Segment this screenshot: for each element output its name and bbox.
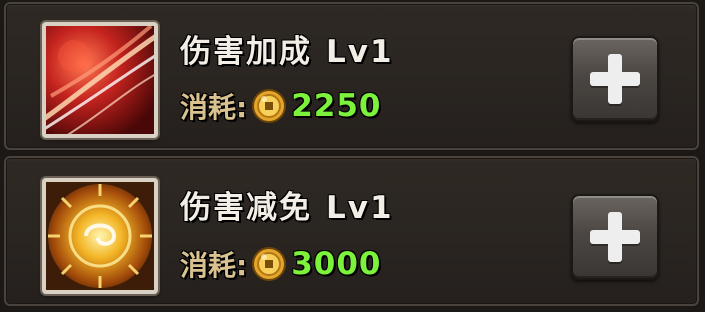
skill-row-damage-reduction: 伤害减免 Lv1 消耗: 3000 — [4, 156, 699, 306]
fire-slash-icon-graphic — [46, 26, 154, 134]
gold-coin-icon — [251, 246, 287, 282]
skill-name-text: 伤害减免 — [180, 190, 312, 226]
skill-name-text: 伤害加成 — [180, 34, 312, 70]
skill-level: Lv1 — [326, 190, 394, 226]
upgrade-damage-reduction-button[interactable] — [571, 194, 659, 280]
fire-slash-icon — [42, 22, 158, 138]
plus-icon — [590, 54, 640, 104]
cost-line: 消耗: 2250 — [180, 86, 381, 126]
upgrade-damage-bonus-button[interactable] — [571, 36, 659, 122]
cost-value: 2250 — [291, 88, 382, 124]
cost-line: 消耗: 3000 — [180, 244, 381, 284]
skill-row-damage-bonus: 伤害加成 Lv1 消耗: 2250 — [4, 2, 699, 150]
plus-icon — [590, 212, 640, 262]
golden-shield-orb-icon-graphic — [46, 182, 154, 290]
golden-shield-orb-icon — [42, 178, 158, 294]
cost-label: 消耗: — [180, 91, 248, 124]
skill-name: 伤害加成 Lv1 — [180, 26, 394, 71]
skill-upgrade-panel: 伤害加成 Lv1 消耗: 2250 伤害减免 Lv1 消耗: 3000 — [0, 0, 705, 312]
gold-coin-icon — [251, 88, 287, 124]
cost-label: 消耗: — [180, 249, 248, 282]
skill-name: 伤害减免 Lv1 — [180, 182, 394, 227]
cost-value: 3000 — [291, 246, 382, 282]
skill-level: Lv1 — [326, 34, 394, 70]
